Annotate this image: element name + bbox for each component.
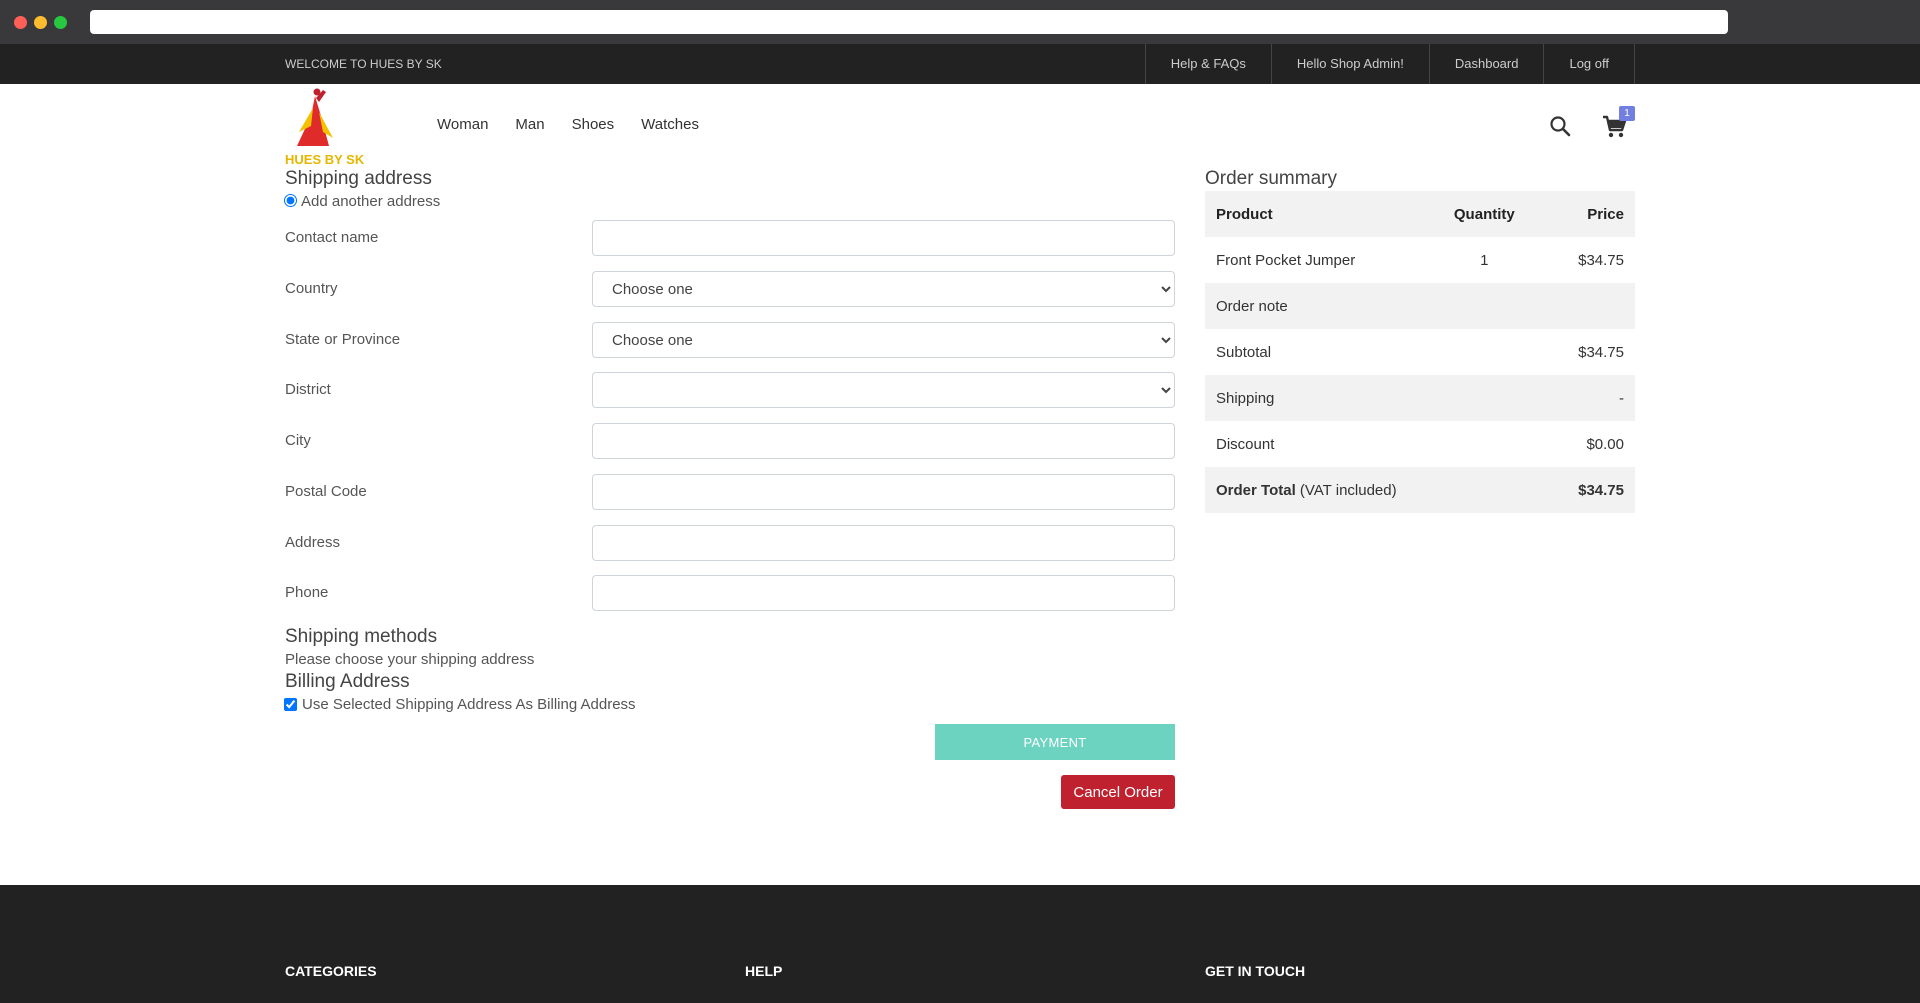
nav-item-watches[interactable]: Watches bbox=[641, 116, 699, 133]
logo-text: HUES BY SK bbox=[285, 152, 365, 167]
log-off-link[interactable]: Log off bbox=[1544, 44, 1635, 84]
nav-item-man[interactable]: Man bbox=[515, 116, 544, 133]
dashboard-link[interactable]: Dashboard bbox=[1430, 44, 1545, 84]
postal-code-label: Postal Code bbox=[285, 483, 367, 500]
shipping-methods-note: Please choose your shipping address bbox=[285, 651, 535, 668]
discount-label: Discount bbox=[1216, 435, 1275, 453]
help-faqs-link[interactable]: Help & FAQs bbox=[1146, 44, 1272, 84]
shipping-row: Shipping - bbox=[1205, 375, 1635, 421]
item-name: Front Pocket Jumper bbox=[1216, 251, 1356, 269]
browser-chrome bbox=[0, 0, 1920, 44]
item-price: $34.75 bbox=[1578, 251, 1624, 269]
order-note-row[interactable]: Order note bbox=[1205, 283, 1635, 329]
discount-value: $0.00 bbox=[1586, 435, 1624, 453]
phone-input[interactable] bbox=[592, 575, 1175, 611]
nav-item-shoes[interactable]: Shoes bbox=[572, 116, 615, 133]
maximize-window-icon[interactable] bbox=[54, 16, 67, 29]
dancer-logo-icon bbox=[297, 88, 333, 146]
address-bar[interactable] bbox=[90, 10, 1728, 34]
top-links: Help & FAQs Hello Shop Admin! Dashboard … bbox=[1144, 44, 1635, 84]
billing-address-title: Billing Address bbox=[285, 671, 410, 692]
order-total-label: Order Total bbox=[1216, 481, 1296, 499]
quantity-column-header: Quantity bbox=[1453, 205, 1515, 223]
summary-header-row: Product Quantity Price bbox=[1205, 191, 1635, 237]
contact-name-label: Contact name bbox=[285, 229, 379, 246]
shipping-address-title: Shipping address bbox=[285, 168, 432, 189]
district-label: District bbox=[285, 381, 331, 398]
phone-label: Phone bbox=[285, 584, 329, 601]
subtotal-label: Subtotal bbox=[1216, 343, 1272, 361]
table-row: Front Pocket Jumper 1 $34.75 bbox=[1205, 237, 1635, 283]
footer-categories-heading: Categories bbox=[285, 963, 377, 979]
site-logo[interactable]: HUES BY SK bbox=[285, 86, 370, 167]
product-column-header: Product bbox=[1216, 205, 1273, 223]
shipping-label: Shipping bbox=[1216, 389, 1275, 407]
close-window-icon[interactable] bbox=[14, 16, 27, 29]
minimize-window-icon[interactable] bbox=[34, 16, 47, 29]
subtotal-value: $34.75 bbox=[1578, 343, 1624, 361]
country-label: Country bbox=[285, 280, 338, 297]
footer-get-in-touch-heading: Get in touch bbox=[1205, 963, 1306, 979]
discount-row: Discount $0.00 bbox=[1205, 421, 1635, 467]
cancel-order-button[interactable]: Cancel Order bbox=[1061, 775, 1175, 809]
shipping-value: - bbox=[1619, 389, 1624, 407]
contact-name-input[interactable] bbox=[592, 220, 1175, 256]
order-note-label: Order note bbox=[1216, 297, 1288, 315]
vat-note: (VAT included) bbox=[1299, 481, 1397, 499]
main-nav: Woman Man Shoes Watches bbox=[437, 116, 699, 133]
state-label: State or Province bbox=[285, 331, 401, 348]
order-total-value: $34.75 bbox=[1578, 481, 1624, 499]
address-input[interactable] bbox=[592, 525, 1175, 561]
add-another-address-radio[interactable] bbox=[284, 194, 297, 207]
order-summary-title: Order summary bbox=[1205, 168, 1337, 189]
account-greeting-link[interactable]: Hello Shop Admin! bbox=[1272, 44, 1430, 84]
top-bar: WELCOME TO HUES BY SK Help & FAQs Hello … bbox=[0, 44, 1920, 84]
city-input[interactable] bbox=[592, 423, 1175, 459]
order-summary-table: Product Quantity Price Front Pocket Jump… bbox=[1205, 191, 1635, 513]
welcome-text: WELCOME TO HUES BY SK bbox=[285, 57, 442, 71]
use-shipping-as-billing-label: Use Selected Shipping Address As Billing… bbox=[302, 696, 636, 713]
address-label: Address bbox=[285, 534, 341, 551]
payment-button[interactable]: Payment bbox=[935, 724, 1175, 760]
district-select[interactable] bbox=[592, 372, 1175, 408]
price-column-header: Price bbox=[1587, 205, 1624, 223]
footer-help-heading: Help bbox=[745, 963, 783, 979]
item-quantity: 1 bbox=[1480, 251, 1489, 269]
search-icon[interactable] bbox=[1548, 114, 1572, 138]
use-shipping-as-billing-checkbox[interactable] bbox=[284, 698, 297, 711]
subtotal-row: Subtotal $34.75 bbox=[1205, 329, 1635, 375]
country-select[interactable]: Choose one bbox=[592, 271, 1175, 307]
order-total-row: Order Total (VAT included) $34.75 bbox=[1205, 467, 1635, 513]
city-label: City bbox=[285, 432, 311, 449]
state-select[interactable]: Choose one bbox=[592, 322, 1175, 358]
shipping-methods-title: Shipping methods bbox=[285, 626, 438, 647]
order-total-cell: Order Total (VAT included) bbox=[1205, 467, 1541, 513]
cart-count-badge: 1 bbox=[1619, 106, 1635, 121]
nav-item-woman[interactable]: Woman bbox=[437, 116, 488, 133]
postal-code-input[interactable] bbox=[592, 474, 1175, 510]
site-footer: Categories Help Get in touch bbox=[0, 885, 1920, 1003]
add-another-address-label: Add another address bbox=[301, 193, 441, 210]
